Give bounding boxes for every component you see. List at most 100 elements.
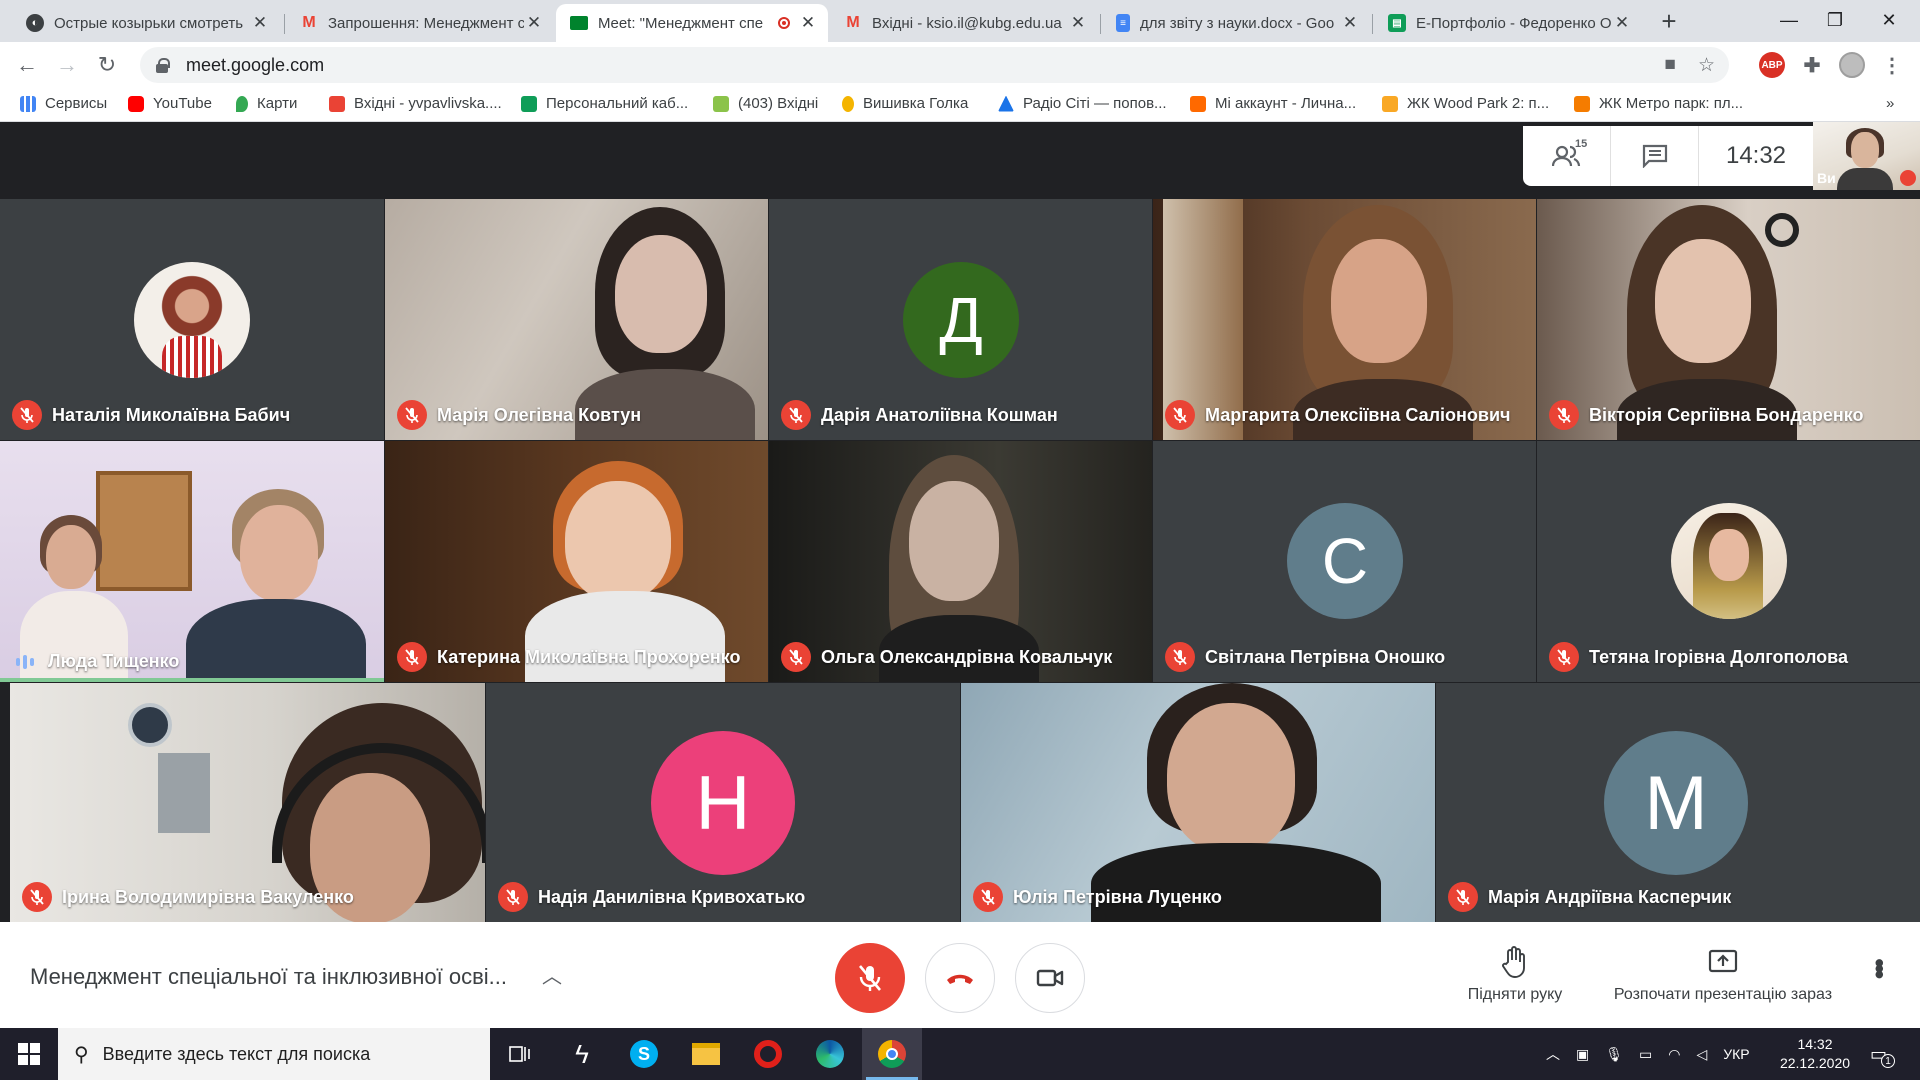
- bookmark-services[interactable]: Сервисы: [20, 95, 107, 112]
- present-now-button[interactable]: Розпочати презентацію зараз: [1598, 944, 1848, 1004]
- meeting-info-card: 15 14:32: [1523, 126, 1813, 186]
- participants-count: 15: [1575, 138, 1588, 150]
- participant-tile[interactable]: С Світлана Петрівна Оношко: [1153, 441, 1536, 682]
- back-button[interactable]: ←: [10, 48, 44, 82]
- nameplate: Вікторія Сергіївна Бондаренко: [1549, 400, 1863, 430]
- taskbar-clock[interactable]: 14:32 22.12.2020: [1770, 1035, 1860, 1073]
- chat-button[interactable]: [1611, 126, 1699, 186]
- taskbar-search[interactable]: ⚲ Введите здесь текст для поиска: [58, 1028, 490, 1080]
- bookmark-radio[interactable]: Радіо Сіті — попов...: [998, 95, 1167, 112]
- participant-tile[interactable]: Катерина Миколаївна Прохоренко: [385, 441, 768, 682]
- taskbar-app-skype[interactable]: S: [614, 1028, 674, 1080]
- chrome-menu-icon[interactable]: ⋮: [1879, 52, 1905, 78]
- participant-tile[interactable]: Наталія Миколаївна Бабич: [0, 199, 384, 440]
- participant-tile[interactable]: Марія Олегівна Ковтун: [385, 199, 768, 440]
- close-icon[interactable]: ✕: [524, 13, 544, 33]
- more-options-icon[interactable]: •••: [1864, 958, 1895, 975]
- taskbar-app-edge[interactable]: [800, 1028, 860, 1080]
- participant-tile[interactable]: Н Надія Данилівна Кривохатько: [486, 683, 960, 922]
- meet-tray-icon[interactable]: ▣: [1576, 1046, 1589, 1063]
- participant-tile[interactable]: Тетяна Ігорівна Долгополова: [1537, 441, 1920, 682]
- window-close-button[interactable]: ✕: [1866, 0, 1912, 40]
- volume-icon[interactable]: ◁: [1696, 1046, 1707, 1063]
- bookmark-label: YouTube: [153, 95, 212, 112]
- close-icon[interactable]: ✕: [798, 13, 818, 33]
- participant-name: Ольга Олександрівна Ковальчук: [821, 646, 1113, 667]
- participant-tile[interactable]: Ірина Володимирівна Вакуленко: [0, 683, 485, 922]
- close-icon[interactable]: ✕: [1340, 13, 1360, 33]
- browser-tab-active[interactable]: Meet: "Менеджмент спе ✕: [556, 4, 828, 42]
- taskbar-app-opera[interactable]: [738, 1028, 798, 1080]
- task-view-button[interactable]: [490, 1028, 550, 1080]
- video-face: [240, 505, 318, 601]
- browser-tab[interactable]: ▤ E-Портфоліо - Федоренко О ✕: [1374, 4, 1642, 42]
- meeting-controls: Менеджмент спеціальної та інклюзивної ос…: [0, 922, 1920, 1028]
- chevron-up-icon[interactable]: ︿: [542, 960, 562, 989]
- leave-call-button[interactable]: [925, 943, 995, 1013]
- close-icon[interactable]: ✕: [250, 13, 270, 33]
- browser-tab[interactable]: M Запрошення: Менеджмент с ✕: [286, 4, 554, 42]
- browser-tab[interactable]: ≡ для звіту з науки.docx - Goo ✕: [1102, 4, 1370, 42]
- bookmark-inbox[interactable]: (403) Вхідні: [713, 95, 818, 112]
- microphone-icon[interactable]: 🎙: [1605, 1046, 1623, 1063]
- raise-hand-button[interactable]: Підняти руку: [1460, 944, 1570, 1004]
- portfolio-icon: ▤: [1388, 14, 1406, 32]
- browser-tab[interactable]: M Вхідні - ksio.il@kubg.edu.ua ✕: [830, 4, 1098, 42]
- restore-button[interactable]: ❐: [1812, 0, 1858, 40]
- bookmark-star-icon[interactable]: ☆: [1698, 54, 1715, 77]
- bookmarks-overflow-button[interactable]: »: [1886, 95, 1894, 112]
- bookmark-youtube[interactable]: YouTube: [128, 95, 212, 112]
- reload-button[interactable]: ↻: [90, 48, 124, 82]
- participant-tile[interactable]: М Марія Андріївна Касперчик: [1436, 683, 1920, 922]
- mic-off-icon: [1448, 882, 1478, 912]
- address-bar[interactable]: meet.google.com ■ ☆: [140, 47, 1729, 83]
- bookmark-wood-park[interactable]: ЖК Wood Park 2: п...: [1382, 95, 1549, 112]
- bookmark-metro-park[interactable]: ЖК Метро парк: пл...: [1574, 95, 1743, 112]
- lock-icon[interactable]: [156, 57, 170, 73]
- new-tab-button[interactable]: +: [1652, 6, 1686, 36]
- bookmark-embroidery[interactable]: Вишивка Голка: [842, 95, 968, 112]
- bookmark-gmail[interactable]: Вхідні - yvpavlivska....: [329, 95, 502, 112]
- bookmark-personal-cabinet[interactable]: Персональний каб...: [521, 95, 688, 112]
- close-icon[interactable]: ✕: [1068, 13, 1088, 33]
- close-icon[interactable]: ✕: [1612, 13, 1632, 33]
- meeting-title[interactable]: Менеджмент спеціальної та інклюзивної ос…: [30, 964, 507, 990]
- battery-icon[interactable]: ▭: [1639, 1046, 1652, 1063]
- microphone-toggle-button[interactable]: [835, 943, 905, 1013]
- participant-tile[interactable]: Маргарита Олексіївна Саліонович: [1153, 199, 1536, 440]
- self-view-tile[interactable]: Ви: [1813, 122, 1920, 190]
- chevron-up-icon[interactable]: ︿: [1546, 1044, 1560, 1064]
- taskbar-app-lightning[interactable]: ϟ: [552, 1028, 612, 1080]
- bookmark-label: ЖК Метро парк: пл...: [1599, 95, 1744, 112]
- participant-tile[interactable]: Люда Тищенко: [0, 441, 384, 682]
- wifi-icon[interactable]: ◠: [1668, 1046, 1680, 1063]
- gmail-icon: [329, 95, 345, 112]
- taskbar-app-explorer[interactable]: [676, 1028, 736, 1080]
- hand-icon: [1502, 944, 1528, 980]
- participant-tile[interactable]: Юлія Петрівна Луценко: [961, 683, 1435, 922]
- participant-tile[interactable]: Вікторія Сергіївна Бондаренко: [1537, 199, 1920, 440]
- bookmark-mi-account[interactable]: Mi аккаунт - Лична...: [1190, 95, 1356, 112]
- forward-button[interactable]: →: [50, 48, 84, 82]
- participant-tile[interactable]: Ольга Олександрівна Ковальчук: [769, 441, 1152, 682]
- notifications-button[interactable]: ▭ 1: [1870, 1028, 1896, 1080]
- meet-icon: [570, 16, 588, 30]
- participants-button[interactable]: 15: [1523, 126, 1611, 186]
- camera-in-use-icon[interactable]: ■: [1664, 54, 1675, 76]
- url-text[interactable]: meet.google.com: [186, 55, 324, 76]
- participant-tile[interactable]: Д Дарія Анатоліївна Кошман: [769, 199, 1152, 440]
- participant-name: Дарія Анатоліївна Кошман: [821, 404, 1058, 425]
- extensions-puzzle-icon[interactable]: ✚: [1799, 52, 1825, 78]
- windows-start-button[interactable]: [0, 1028, 58, 1080]
- adblock-icon[interactable]: ABP: [1759, 52, 1785, 78]
- bookmark-maps[interactable]: Карти: [236, 95, 297, 112]
- letter-avatar: С: [1287, 503, 1403, 619]
- tab-title: Запрошення: Менеджмент с: [328, 14, 524, 32]
- taskbar-app-chrome[interactable]: [862, 1028, 922, 1080]
- camera-toggle-button[interactable]: [1015, 943, 1085, 1013]
- language-indicator[interactable]: УКР: [1723, 1046, 1749, 1062]
- mic-off-icon: [22, 882, 52, 912]
- profile-avatar[interactable]: [1839, 52, 1865, 78]
- browser-tab[interactable]: ◐ Острые козырьки смотреть ✕: [12, 4, 280, 42]
- minimize-button[interactable]: —: [1766, 0, 1812, 40]
